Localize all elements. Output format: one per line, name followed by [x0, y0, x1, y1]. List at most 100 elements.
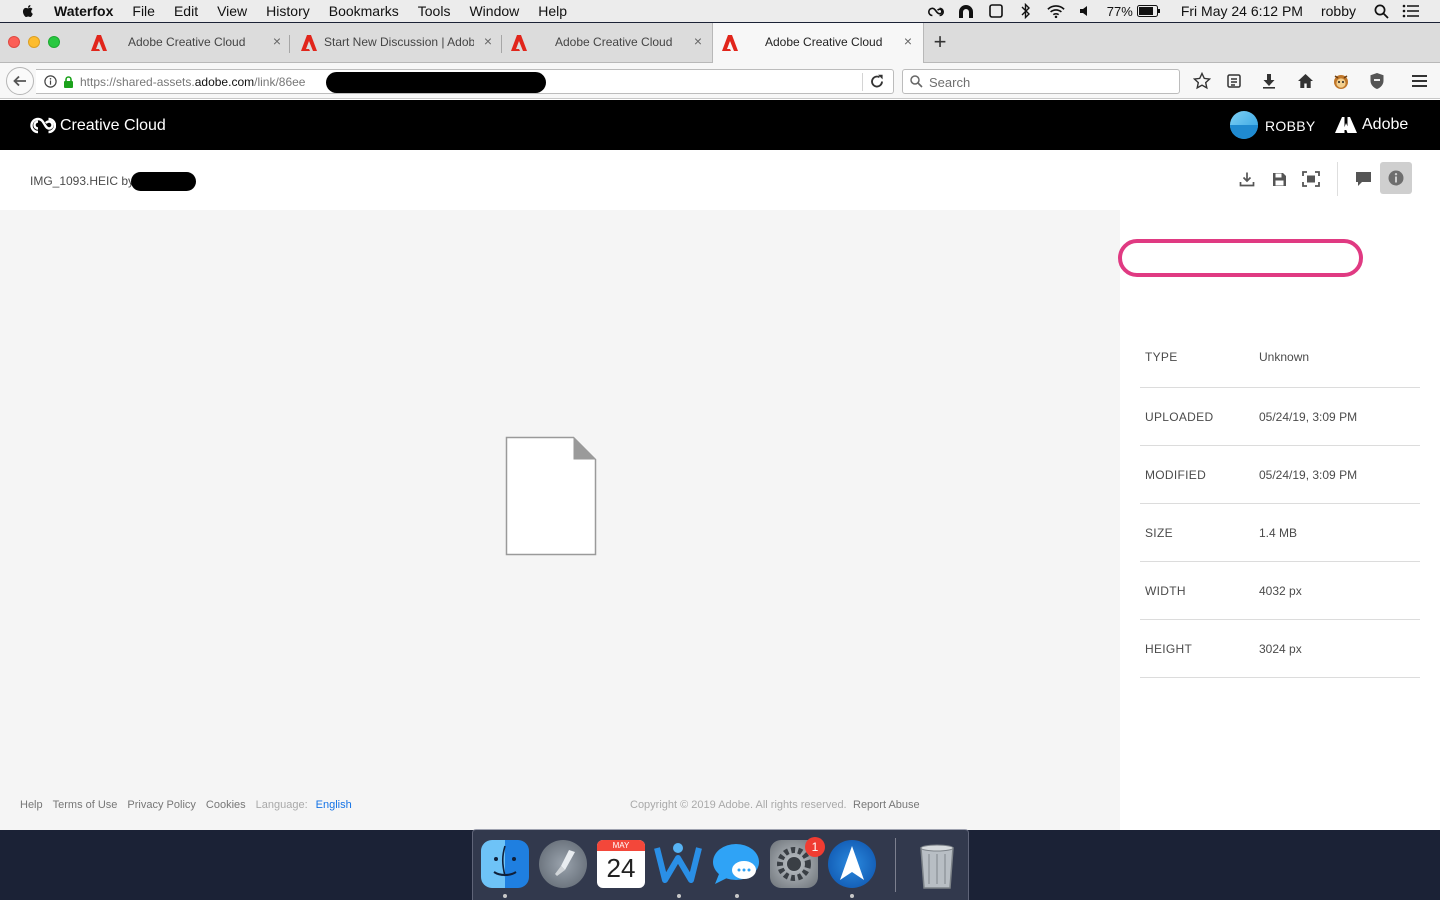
cc-brand-name[interactable]: Creative Cloud — [60, 117, 166, 135]
meta-key: SIZE — [1145, 526, 1173, 540]
tab-title: Adobe Creative Cloud — [765, 35, 883, 49]
menu-app-name[interactable]: Waterfox — [54, 3, 113, 19]
shield-extension-icon[interactable] — [1367, 71, 1387, 91]
download-button[interactable] — [1236, 168, 1258, 190]
footer-cookies-link[interactable]: Cookies — [206, 799, 246, 811]
trash-icon[interactable] — [913, 840, 961, 889]
footer-links: Help Terms of Use Privacy Policy Cookies… — [20, 799, 362, 811]
volume-icon[interactable] — [1077, 3, 1095, 19]
tab-3[interactable]: Adobe Creative Cloud × — [502, 23, 712, 63]
reload-icon[interactable] — [870, 74, 884, 89]
close-tab-icon[interactable]: × — [901, 33, 915, 49]
navigation-bar: https://shared-assets.adobe.com/link/86e… — [0, 63, 1440, 99]
browser-window: Adobe Creative Cloud × Start New Discuss… — [0, 23, 1440, 830]
save-icon — [1272, 172, 1286, 186]
menu-edit[interactable]: Edit — [174, 3, 198, 19]
menu-user[interactable]: robby — [1321, 3, 1356, 19]
notification-center-icon[interactable] — [1402, 3, 1420, 19]
back-button[interactable] — [6, 67, 34, 95]
search-bar[interactable] — [902, 69, 1180, 94]
info-button[interactable] — [1380, 162, 1412, 194]
tab-1[interactable]: Adobe Creative Cloud × — [82, 23, 290, 63]
new-tab-button[interactable]: + — [930, 31, 950, 53]
menu-window[interactable]: Window — [469, 3, 519, 19]
tab-2[interactable]: Start New Discussion | Adobe × — [292, 23, 502, 63]
running-indicator — [503, 894, 507, 898]
bluetooth-icon[interactable] — [1017, 3, 1035, 19]
menu-help[interactable]: Help — [538, 3, 567, 19]
meta-key: MODIFIED — [1145, 468, 1207, 482]
creative-cloud-tray-icon[interactable] — [927, 3, 945, 19]
adobe-wordmark[interactable]: Adobe — [1362, 116, 1408, 134]
calendar-icon[interactable]: MAY 24 — [597, 840, 645, 888]
spotlight-icon[interactable] — [1372, 3, 1390, 19]
file-info-panel: TYPE Unknown UPLOADED 05/24/19, 3:09 PM … — [1120, 210, 1440, 830]
adobe-logo-icon[interactable] — [1335, 116, 1357, 134]
meta-row-width: WIDTH 4032 px — [1140, 562, 1420, 620]
report-abuse-link[interactable]: Report Abuse — [853, 799, 920, 811]
messages-icon[interactable] — [711, 840, 759, 888]
close-tab-icon[interactable]: × — [481, 33, 495, 49]
battery-status[interactable]: 77% — [1107, 4, 1161, 19]
meta-row-type: TYPE Unknown — [1140, 330, 1420, 388]
waterfox-icon[interactable] — [653, 840, 702, 888]
close-tab-icon[interactable]: × — [270, 33, 284, 49]
tab-title: Adobe Creative Cloud — [128, 35, 246, 49]
username[interactable]: ROBBY — [1265, 118, 1316, 134]
menu-view[interactable]: View — [217, 3, 247, 19]
bookmark-star-icon[interactable] — [1192, 71, 1212, 91]
creative-cloud-logo-icon[interactable] — [30, 115, 56, 135]
menu-file[interactable]: File — [132, 3, 155, 19]
window-controls — [8, 36, 68, 48]
back-arrow-icon — [13, 75, 26, 87]
clock[interactable]: Fri May 24 6:12 PM — [1181, 3, 1303, 19]
menu-tools[interactable]: Tools — [418, 3, 451, 19]
comments-button[interactable] — [1352, 168, 1374, 190]
search-input[interactable] — [929, 73, 1169, 91]
square-tray-icon[interactable] — [987, 3, 1005, 19]
downloads-icon[interactable] — [1259, 71, 1279, 91]
footer-help-link[interactable]: Help — [20, 799, 43, 811]
wifi-icon[interactable] — [1047, 3, 1065, 19]
menu-bookmarks[interactable]: Bookmarks — [329, 3, 399, 19]
footer-privacy-link[interactable]: Privacy Policy — [127, 799, 195, 811]
close-window-button[interactable] — [8, 36, 20, 48]
user-avatar[interactable] — [1230, 111, 1258, 139]
launchpad-icon[interactable] — [539, 840, 587, 888]
menu-history[interactable]: History — [266, 3, 310, 19]
zoom-window-button[interactable] — [48, 36, 60, 48]
redacted-url-segment — [326, 72, 546, 93]
meta-row-height: HEIGHT 3024 px — [1140, 620, 1420, 678]
address-bar[interactable]: https://shared-assets.adobe.com/link/86e… — [36, 69, 894, 94]
battery-icon — [1136, 5, 1160, 17]
file-title: IMG_1093.HEIC by — [30, 174, 135, 188]
file-toolbar: IMG_1093.HEIC by — [0, 150, 1440, 210]
lock-icon — [64, 76, 73, 88]
save-button[interactable] — [1268, 168, 1290, 190]
running-indicator — [677, 894, 681, 898]
battery-percent: 77% — [1106, 3, 1133, 19]
fullscreen-icon — [1302, 171, 1320, 187]
extension-monkey-icon[interactable] — [1331, 71, 1351, 91]
address-divider — [862, 73, 863, 91]
home-icon[interactable] — [1295, 71, 1315, 91]
comment-icon — [1355, 172, 1371, 186]
apple-icon[interactable] — [20, 3, 36, 19]
close-tab-icon[interactable]: × — [691, 33, 705, 49]
minimize-window-button[interactable] — [28, 36, 40, 48]
reading-list-icon[interactable] — [1224, 71, 1244, 91]
spark-mail-icon[interactable] — [828, 840, 876, 888]
footer-terms-link[interactable]: Terms of Use — [53, 799, 118, 811]
finder-icon[interactable] — [481, 840, 529, 888]
copyright-text: Copyright © 2019 Adobe. All rights reser… — [630, 799, 847, 811]
calendar-month: MAY — [597, 840, 645, 851]
arch-tray-icon[interactable] — [957, 3, 975, 19]
site-info-icon[interactable] — [44, 75, 57, 88]
meta-key: WIDTH — [1145, 584, 1186, 598]
language-select-link[interactable]: English — [316, 799, 352, 811]
tab-4-active[interactable]: Adobe Creative Cloud × — [712, 23, 924, 64]
hamburger-menu-icon[interactable] — [1409, 71, 1429, 91]
tab-title: Start New Discussion | Adobe — [324, 35, 474, 49]
file-preview-area: Help Terms of Use Privacy Policy Cookies… — [0, 210, 1120, 830]
fullscreen-button[interactable] — [1300, 168, 1322, 190]
